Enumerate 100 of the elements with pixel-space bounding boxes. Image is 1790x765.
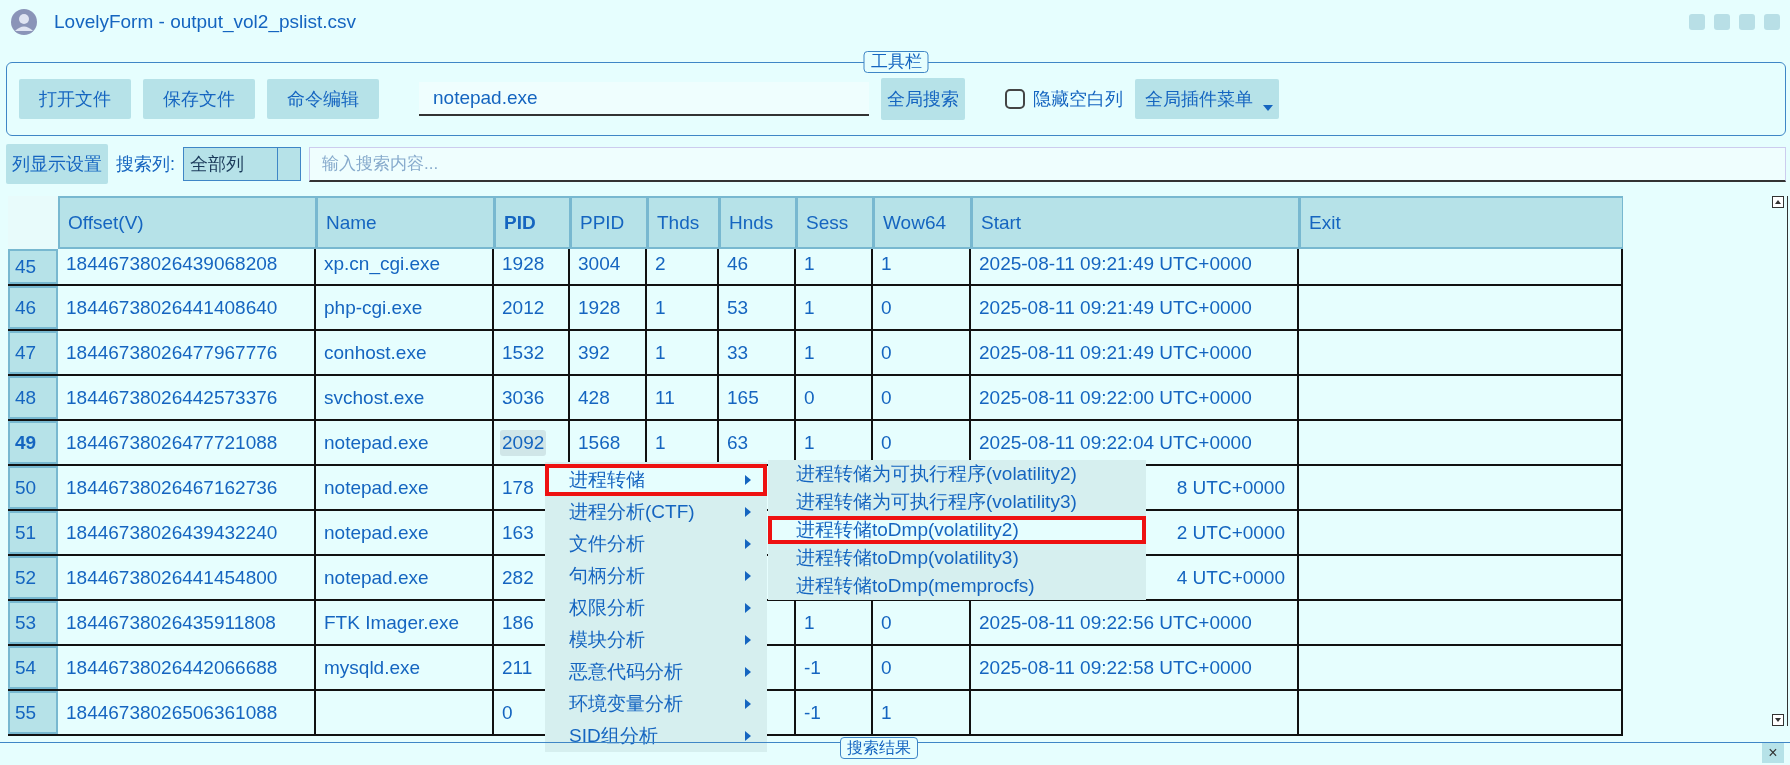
menu-item[interactable]: 进程转储 bbox=[545, 464, 767, 496]
close-button[interactable]: × bbox=[1762, 743, 1784, 763]
row-number[interactable]: 51 bbox=[8, 511, 58, 554]
table-cell-text: 0 bbox=[803, 385, 816, 410]
table-cell-text: 33 bbox=[726, 340, 750, 365]
column-header[interactable]: Name bbox=[316, 196, 494, 249]
row-number[interactable]: 54 bbox=[8, 646, 58, 689]
row-number[interactable]: 45 bbox=[8, 249, 58, 284]
column-dropdown[interactable]: 全部列 bbox=[183, 147, 301, 181]
table-cell-text: 0 bbox=[880, 385, 893, 410]
menu-item[interactable]: 进程转储toDmp(volatility2) bbox=[768, 516, 1146, 544]
table-cell-text: 1532 bbox=[501, 340, 546, 365]
row-number[interactable]: 48 bbox=[8, 376, 58, 419]
column-header[interactable]: Hnds bbox=[719, 196, 796, 249]
scroll-up-icon[interactable] bbox=[1772, 196, 1784, 208]
table-cell-text: 2012 bbox=[501, 295, 546, 320]
row-number[interactable]: 47 bbox=[8, 331, 58, 374]
window-title: LovelyForm - output_vol2_pslist.csv bbox=[54, 11, 356, 33]
scrollbar[interactable] bbox=[1769, 196, 1788, 726]
menu-item[interactable]: 文件分析 bbox=[545, 528, 767, 560]
table-cell-text: 18446738026439432240 bbox=[65, 520, 279, 545]
table-cell-text: 18446738026439068208 bbox=[65, 252, 279, 276]
table-cell-text: 1 bbox=[803, 430, 816, 455]
menu-item[interactable]: 恶意代码分析 bbox=[545, 656, 767, 688]
table-cell-text: notepad.exe bbox=[323, 565, 430, 590]
table-cell-text: 2 UTC+0000 bbox=[1175, 520, 1286, 545]
table-cell-text: 0 bbox=[880, 655, 893, 680]
caret-icon bbox=[1263, 105, 1273, 111]
table-cell-text: 2025-08-11 09:21:49 UTC+0000 bbox=[978, 340, 1253, 365]
table-cell-text: 2025-08-11 09:21:49 UTC+0000 bbox=[978, 295, 1253, 320]
table-cell-text: 1 bbox=[654, 340, 667, 365]
table-cell-text: 46 bbox=[726, 252, 750, 276]
checkbox[interactable] bbox=[1005, 89, 1025, 109]
row-number[interactable]: 53 bbox=[8, 601, 58, 644]
menu-item[interactable]: 进程分析(CTF) bbox=[545, 496, 767, 528]
table-cell-text: 392 bbox=[577, 340, 611, 365]
column-header[interactable]: Offset(V) bbox=[58, 196, 316, 249]
table-cell-text: 4 UTC+0000 bbox=[1175, 565, 1286, 590]
row-number[interactable]: 50 bbox=[8, 466, 58, 509]
toolbar-button[interactable]: 命令编辑 bbox=[267, 79, 379, 119]
table-cell-text: 2 bbox=[654, 252, 667, 276]
table-cell-text: -1 bbox=[803, 655, 822, 680]
toolbar-legend: 工具栏 bbox=[863, 51, 929, 73]
table-cell-text: 63 bbox=[726, 430, 750, 455]
table-cell-text: svchost.exe bbox=[323, 385, 426, 410]
menu-item[interactable]: 模块分析 bbox=[545, 624, 767, 656]
column-header[interactable]: Start bbox=[971, 196, 1299, 249]
row-number[interactable]: 52 bbox=[8, 556, 58, 599]
menu-item[interactable]: 句柄分析 bbox=[545, 560, 767, 592]
menu-item[interactable]: 进程转储toDmp(volatility3) bbox=[768, 544, 1146, 572]
table-cell-text: 1 bbox=[803, 295, 816, 320]
table-cell-text: 2025-08-11 09:22:56 UTC+0000 bbox=[978, 610, 1253, 635]
menu-item[interactable]: 进程转储为可执行程序(volatility2) bbox=[768, 460, 1146, 488]
column-header[interactable]: PID bbox=[494, 196, 570, 249]
table-cell-text: 1 bbox=[880, 252, 893, 276]
plugin-menu-button[interactable]: 全局插件菜单 bbox=[1135, 79, 1279, 119]
search-results-tab[interactable]: 搜索结果 bbox=[840, 737, 918, 759]
column-header[interactable]: PPID bbox=[570, 196, 647, 249]
table-cell-text: 165 bbox=[726, 385, 760, 410]
menu-item[interactable]: 进程转储toDmp(memprocfs) bbox=[768, 572, 1146, 600]
table-cell-text: 186 bbox=[501, 610, 535, 635]
menu-item[interactable]: 环境变量分析 bbox=[545, 688, 767, 720]
table-cell-text: 1 bbox=[803, 252, 816, 276]
table-cell-text: 18446738026477721088 bbox=[65, 430, 279, 455]
table-cell-text: notepad.exe bbox=[323, 475, 430, 500]
table-cell-text: 0 bbox=[880, 430, 893, 455]
table-cell-text: 0 bbox=[880, 610, 893, 635]
table-cell-text: 178 bbox=[501, 475, 535, 500]
table-cell-text: 1928 bbox=[577, 295, 622, 320]
table-cell-text: 18446738026467162736 bbox=[65, 475, 279, 500]
table-cell-text: 3036 bbox=[501, 385, 546, 410]
table-cell-text: mysqld.exe bbox=[323, 655, 422, 680]
table-cell-text: 0 bbox=[501, 700, 514, 725]
column-header[interactable]: Wow64 bbox=[873, 196, 971, 249]
app-icon bbox=[10, 8, 38, 36]
toolbar-button[interactable]: 打开文件 bbox=[19, 79, 131, 119]
table-cell-text: 428 bbox=[577, 385, 611, 410]
table-cell-text: 1 bbox=[654, 430, 667, 455]
column-header[interactable]: Thds bbox=[647, 196, 719, 249]
row-number[interactable]: 46 bbox=[8, 286, 58, 329]
row-number[interactable]: 49 bbox=[8, 421, 58, 464]
search-field[interactable]: notepad.exe bbox=[419, 82, 869, 116]
table-cell-text: -1 bbox=[803, 700, 822, 725]
scroll-down-icon[interactable] bbox=[1772, 714, 1784, 726]
column-header[interactable]: Sess bbox=[796, 196, 873, 249]
row-number[interactable]: 55 bbox=[8, 691, 58, 734]
search-column-label: 搜索列: bbox=[116, 153, 175, 176]
search-input[interactable]: 输入搜索内容... bbox=[309, 146, 1786, 182]
global-search-button[interactable]: 全局搜索 bbox=[881, 78, 965, 120]
menu-item[interactable]: 权限分析 bbox=[545, 592, 767, 624]
table-cell-text: 1 bbox=[880, 700, 893, 725]
table-cell-text: 2025-08-11 09:22:04 UTC+0000 bbox=[978, 430, 1253, 455]
table-cell: 2092 bbox=[500, 429, 547, 456]
table-cell-text: 163 bbox=[501, 520, 535, 545]
toolbar-button[interactable]: 保存文件 bbox=[143, 79, 255, 119]
menu-item[interactable]: 进程转储为可执行程序(volatility3) bbox=[768, 488, 1146, 516]
column-header[interactable]: Exit bbox=[1299, 196, 1623, 249]
checkbox-label: 隐藏空白列 bbox=[1033, 88, 1123, 111]
table-cell-text: 2025-08-11 09:22:00 UTC+0000 bbox=[978, 385, 1253, 410]
column-settings-button[interactable]: 列显示设置 bbox=[6, 144, 108, 184]
